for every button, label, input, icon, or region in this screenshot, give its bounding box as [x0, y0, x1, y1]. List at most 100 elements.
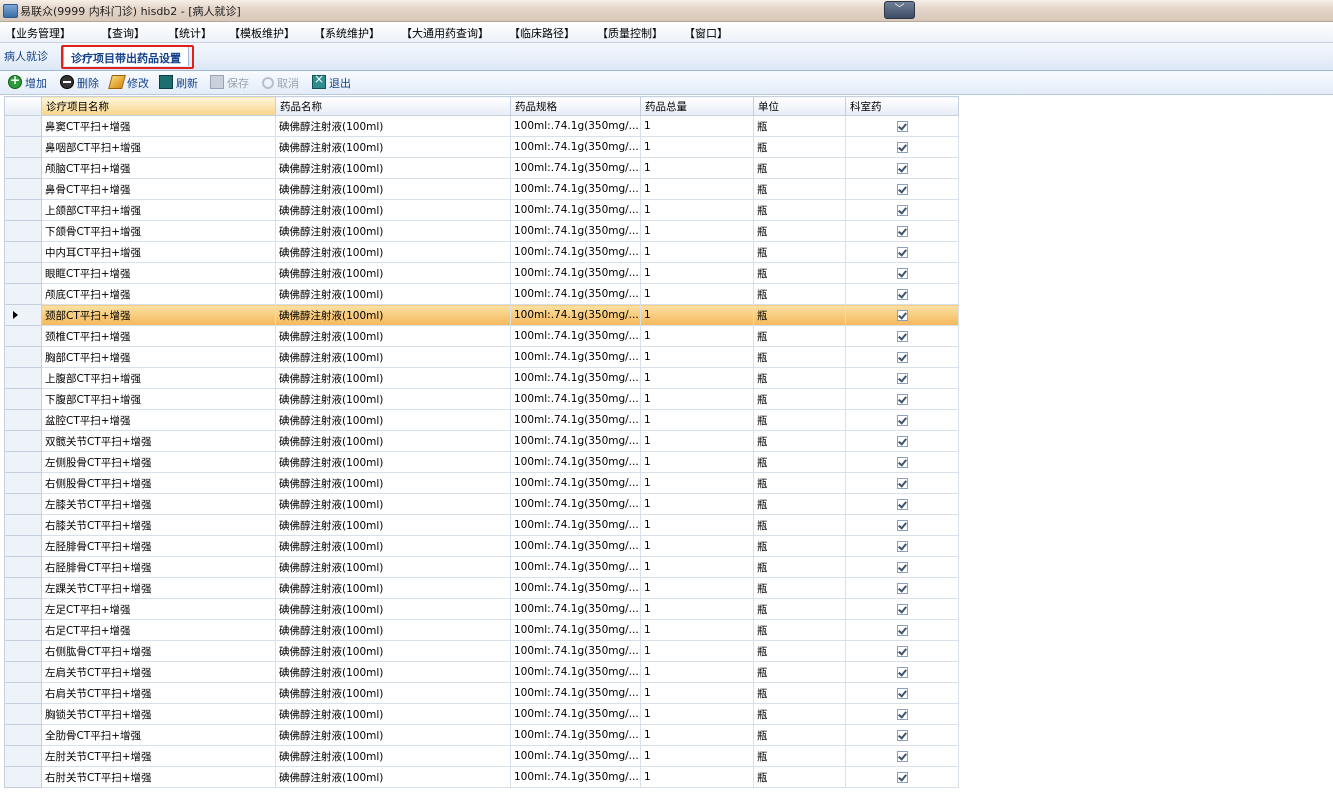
cell-item-name[interactable]: 左肘关节CT平扫+增强	[41, 745, 276, 767]
cell-drug-spec[interactable]: 100ml:.74.1g(350mg/...	[510, 241, 641, 263]
cell-drug-qty[interactable]: 1	[640, 472, 754, 494]
cell-drug-name[interactable]: 碘佛醇注射液(100ml)	[275, 283, 511, 305]
cell-drug-spec[interactable]: 100ml:.74.1g(350mg/...	[510, 661, 641, 683]
row-indicator[interactable]	[4, 178, 42, 200]
cell-dept-drug[interactable]	[845, 157, 959, 179]
row-indicator[interactable]	[4, 514, 42, 536]
cell-drug-spec[interactable]: 100ml:.74.1g(350mg/...	[510, 199, 641, 221]
row-indicator[interactable]	[4, 430, 42, 452]
cell-unit[interactable]: 瓶	[753, 766, 846, 788]
dept-drug-checkbox[interactable]	[896, 204, 908, 216]
dept-drug-checkbox[interactable]	[896, 309, 908, 321]
dept-drug-checkbox[interactable]	[896, 771, 908, 783]
cell-drug-qty[interactable]: 1	[640, 766, 754, 788]
cell-item-name[interactable]: 中内耳CT平扫+增强	[41, 241, 276, 263]
row-indicator[interactable]	[4, 346, 42, 368]
cell-drug-spec[interactable]: 100ml:.74.1g(350mg/...	[510, 262, 641, 284]
cell-drug-name[interactable]: 碘佛醇注射液(100ml)	[275, 472, 511, 494]
table-row[interactable]: 鼻窦CT平扫+增强 碘佛醇注射液(100ml) 100ml:.74.1g(350mg…	[4, 115, 959, 137]
cell-unit[interactable]: 瓶	[753, 115, 846, 137]
cell-unit[interactable]: 瓶	[753, 451, 846, 473]
cell-drug-qty[interactable]: 1	[640, 619, 754, 641]
table-row[interactable]: 左足CT平扫+增强 碘佛醇注射液(100ml) 100ml:.74.1g(350mg…	[4, 598, 959, 620]
table-row[interactable]: 胸部CT平扫+增强 碘佛醇注射液(100ml) 100ml:.74.1g(350mg…	[4, 346, 959, 368]
cell-drug-qty[interactable]: 1	[640, 514, 754, 536]
delete-button[interactable]: 删除	[60, 75, 99, 91]
cell-dept-drug[interactable]	[845, 535, 959, 557]
cell-unit[interactable]: 瓶	[753, 136, 846, 158]
cell-drug-qty[interactable]: 1	[640, 262, 754, 284]
cell-drug-name[interactable]: 碘佛醇注射液(100ml)	[275, 430, 511, 452]
row-indicator[interactable]	[4, 493, 42, 515]
cell-drug-qty[interactable]: 1	[640, 199, 754, 221]
cell-item-name[interactable]: 颈椎CT平扫+增强	[41, 325, 276, 347]
cell-drug-name[interactable]: 碘佛醇注射液(100ml)	[275, 577, 511, 599]
cell-unit[interactable]: 瓶	[753, 346, 846, 368]
cell-drug-spec[interactable]: 100ml:.74.1g(350mg/...	[510, 409, 641, 431]
cell-unit[interactable]: 瓶	[753, 241, 846, 263]
cell-drug-name[interactable]: 碘佛醇注射液(100ml)	[275, 640, 511, 662]
cell-dept-drug[interactable]	[845, 703, 959, 725]
cell-unit[interactable]: 瓶	[753, 640, 846, 662]
cell-drug-qty[interactable]: 1	[640, 640, 754, 662]
cell-drug-qty[interactable]: 1	[640, 178, 754, 200]
dept-drug-checkbox[interactable]	[896, 330, 908, 342]
cell-drug-name[interactable]: 碘佛醇注射液(100ml)	[275, 262, 511, 284]
col-drug-spec[interactable]: 药品规格	[510, 96, 641, 116]
table-row[interactable]: 右膝关节CT平扫+增强 碘佛醇注射液(100ml) 100ml:.74.1g(350…	[4, 514, 959, 536]
cell-drug-spec[interactable]: 100ml:.74.1g(350mg/...	[510, 493, 641, 515]
row-indicator[interactable]	[4, 703, 42, 725]
cell-unit[interactable]: 瓶	[753, 577, 846, 599]
dept-drug-checkbox[interactable]	[896, 645, 908, 657]
menu-drug-query[interactable]: 【大通用药查询】	[401, 25, 489, 41]
dept-drug-checkbox[interactable]	[896, 603, 908, 615]
cell-unit[interactable]: 瓶	[753, 724, 846, 746]
cell-dept-drug[interactable]	[845, 493, 959, 515]
cell-dept-drug[interactable]	[845, 136, 959, 158]
cell-drug-spec[interactable]: 100ml:.74.1g(350mg/...	[510, 178, 641, 200]
cell-item-name[interactable]: 右膝关节CT平扫+增强	[41, 514, 276, 536]
cell-drug-spec[interactable]: 100ml:.74.1g(350mg/...	[510, 724, 641, 746]
cell-unit[interactable]: 瓶	[753, 556, 846, 578]
menu-system[interactable]: 【系统维护】	[314, 25, 380, 41]
col-dept-drug[interactable]: 科室药	[845, 96, 959, 116]
cell-drug-qty[interactable]: 1	[640, 346, 754, 368]
dept-drug-checkbox[interactable]	[896, 393, 908, 405]
cell-drug-name[interactable]: 碘佛醇注射液(100ml)	[275, 157, 511, 179]
cell-drug-qty[interactable]: 1	[640, 661, 754, 683]
cell-drug-name[interactable]: 碘佛醇注射液(100ml)	[275, 136, 511, 158]
cell-drug-spec[interactable]: 100ml:.74.1g(350mg/...	[510, 430, 641, 452]
cell-drug-qty[interactable]: 1	[640, 157, 754, 179]
cell-drug-name[interactable]: 碘佛醇注射液(100ml)	[275, 514, 511, 536]
cell-drug-spec[interactable]: 100ml:.74.1g(350mg/...	[510, 220, 641, 242]
cell-drug-spec[interactable]: 100ml:.74.1g(350mg/...	[510, 619, 641, 641]
dept-drug-checkbox[interactable]	[896, 498, 908, 510]
dept-drug-checkbox[interactable]	[896, 288, 908, 300]
table-row[interactable]: 右足CT平扫+增强 碘佛醇注射液(100ml) 100ml:.74.1g(350mg…	[4, 619, 959, 641]
save-button[interactable]: 保存	[210, 75, 249, 91]
cell-dept-drug[interactable]	[845, 220, 959, 242]
cell-dept-drug[interactable]	[845, 199, 959, 221]
menu-clinical-path[interactable]: 【临床路径】	[509, 25, 575, 41]
cell-drug-spec[interactable]: 100ml:.74.1g(350mg/...	[510, 283, 641, 305]
cell-dept-drug[interactable]	[845, 451, 959, 473]
cell-unit[interactable]: 瓶	[753, 472, 846, 494]
cell-drug-spec[interactable]: 100ml:.74.1g(350mg/...	[510, 388, 641, 410]
cell-drug-name[interactable]: 碘佛醇注射液(100ml)	[275, 745, 511, 767]
cell-drug-qty[interactable]: 1	[640, 220, 754, 242]
cell-drug-qty[interactable]: 1	[640, 724, 754, 746]
row-indicator[interactable]	[4, 598, 42, 620]
cell-drug-spec[interactable]: 100ml:.74.1g(350mg/...	[510, 136, 641, 158]
cell-dept-drug[interactable]	[845, 724, 959, 746]
cell-drug-name[interactable]: 碘佛醇注射液(100ml)	[275, 703, 511, 725]
dept-drug-checkbox[interactable]	[896, 120, 908, 132]
table-row[interactable]: 左侧股骨CT平扫+增强 碘佛醇注射液(100ml) 100ml:.74.1g(350…	[4, 451, 959, 473]
table-row[interactable]: 颈椎CT平扫+增强 碘佛醇注射液(100ml) 100ml:.74.1g(350mg…	[4, 325, 959, 347]
cell-drug-name[interactable]: 碘佛醇注射液(100ml)	[275, 346, 511, 368]
cell-drug-qty[interactable]: 1	[640, 430, 754, 452]
cell-item-name[interactable]: 左足CT平扫+增强	[41, 598, 276, 620]
table-row[interactable]: 颅脑CT平扫+增强 碘佛醇注射液(100ml) 100ml:.74.1g(350mg…	[4, 157, 959, 179]
cell-drug-qty[interactable]: 1	[640, 451, 754, 473]
row-indicator[interactable]	[4, 619, 42, 641]
cell-unit[interactable]: 瓶	[753, 430, 846, 452]
